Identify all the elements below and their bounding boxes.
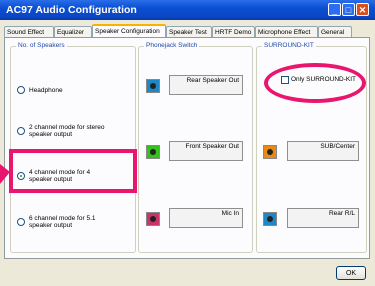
radio-6-channel[interactable] (17, 218, 25, 226)
phonejack-group-label: Phonejack Switch (144, 42, 200, 49)
option-6-channel-label: 6 channel mode for 5.1 speaker output (29, 215, 96, 229)
close-button[interactable]: ✕ (356, 3, 369, 16)
option-2-channel-label: 2 channel mode for stereo speaker output (29, 124, 105, 138)
tab-equalizer[interactable]: Equalizer (54, 26, 92, 37)
speakers-group-label: No. of Speakers (16, 42, 67, 49)
rear-speaker-jack-icon (146, 79, 160, 93)
rear-rl-jack-icon (263, 212, 277, 226)
mic-in-jack-icon (146, 212, 160, 226)
minimize-button[interactable]: _ (328, 3, 341, 16)
radio-2-channel[interactable] (17, 127, 25, 135)
pointer-arrow-icon (0, 164, 10, 184)
surround-kit-highlight-ring (264, 63, 366, 103)
four-channel-highlight-rect (9, 149, 137, 193)
mic-in-box: Mic In (169, 208, 243, 228)
ok-button[interactable]: OK (336, 266, 366, 280)
sub-center-jack-icon (263, 145, 277, 159)
tab-hrtf-demo[interactable]: HRTF Demo (212, 26, 255, 37)
rear-speaker-out-box: Rear Speaker Out (169, 75, 243, 95)
surround-kit-group-label: SURROUND-KIT (262, 42, 316, 49)
tab-microphone-effect[interactable]: Microphone Effect (255, 26, 318, 37)
front-speaker-jack-icon (146, 145, 160, 159)
window-title: AC97 Audio Configuration (6, 4, 137, 16)
maximize-button[interactable]: □ (342, 3, 355, 16)
radio-headphone[interactable] (17, 86, 25, 94)
title-bar: AC97 Audio Configuration _ □ ✕ (0, 0, 375, 20)
tab-speaker-test[interactable]: Speaker Test (166, 26, 212, 37)
sub-center-box: SUB/Center (287, 141, 359, 161)
tab-speaker-configuration[interactable]: Speaker Configuration (92, 24, 166, 38)
tab-general[interactable]: General (318, 26, 352, 37)
phonejack-group: Phonejack Switch Rear Speaker Out Front … (138, 42, 253, 253)
rear-rl-box: Rear R/L (287, 208, 359, 228)
tab-sound-effect[interactable]: Sound Effect (4, 26, 54, 37)
option-headphone-label: Headphone (29, 87, 63, 94)
front-speaker-out-box: Front Speaker Out (169, 141, 243, 161)
